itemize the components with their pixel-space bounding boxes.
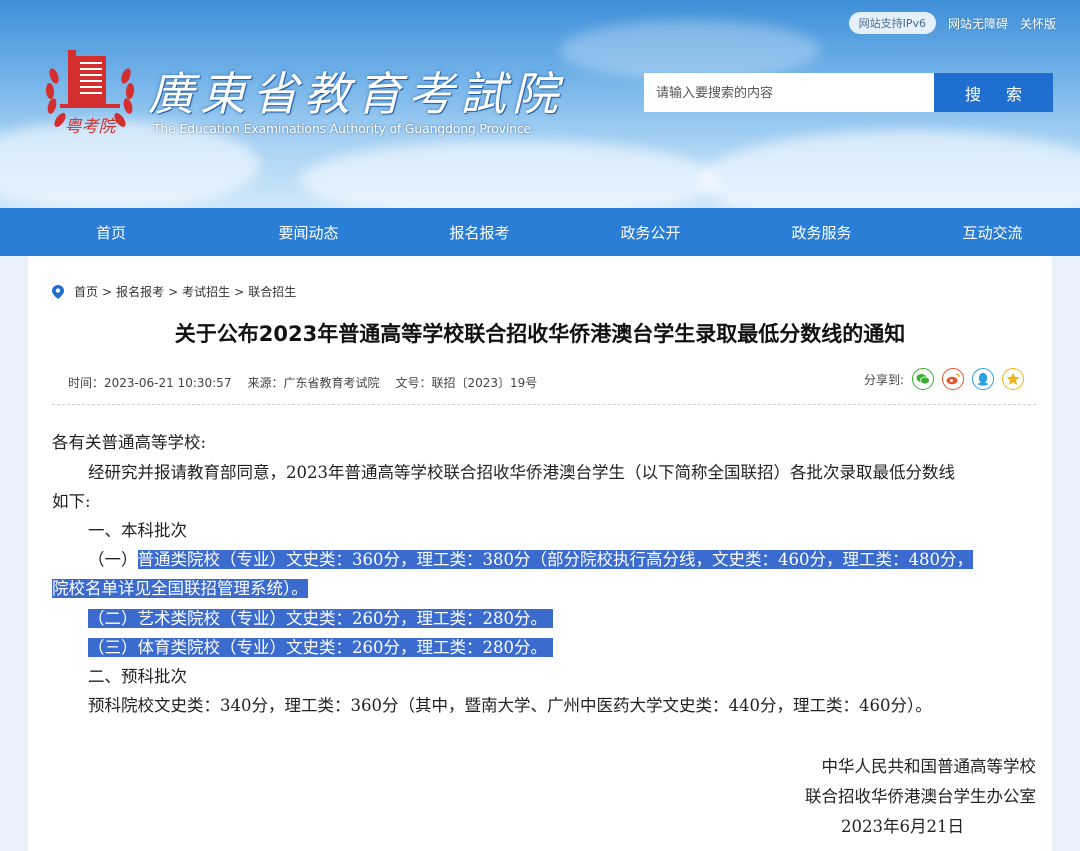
nav-item-registration[interactable]: 报名报考 [394, 208, 565, 256]
article-source: 来源：广东省教育考试院 [247, 376, 380, 390]
section-1-item-1: （一）普通类院校（专业）文史类：360分，理工类：380分（部分院校执行高分线，… [88, 547, 973, 573]
site-title[interactable]: 廣東省教育考試院 [148, 58, 564, 124]
cloud-decoration [560, 20, 820, 80]
breadcrumb-separator: > [168, 284, 179, 299]
breadcrumb-item-exam-enrollment[interactable]: 考试招生 [182, 283, 230, 300]
cloud-decoration [300, 140, 720, 208]
section-1-item-3: （三）体育类院校（专业）文史类：260分，理工类：280分。 [88, 635, 553, 661]
article-meta: 时间：2023-06-21 10:30:57 来源：广东省教育考试院 文号：联招… [68, 374, 537, 391]
share-label: 分享到: [864, 372, 905, 387]
qzone-icon[interactable] [1002, 368, 1025, 390]
qq-icon[interactable] [972, 368, 995, 390]
nav-item-home[interactable]: 首页 [26, 208, 223, 256]
nav-item-interaction[interactable]: 互动交流 [907, 208, 1078, 256]
search-button[interactable]: 搜 索 [934, 73, 1053, 112]
section-2-title: 二、预科批次 [88, 667, 187, 686]
wechat-icon[interactable] [912, 368, 935, 390]
publish-time: 时间：2023-06-21 10:30:57 [68, 376, 232, 390]
top-links: 网站支持IPv6 网站无障碍 关怀版 [848, 12, 1056, 34]
site-subtitle: The Education Examinations Authority of … [153, 121, 532, 136]
intro-paragraph: 经研究并报请教育部同意，2023年普通高等学校联合招收华侨港澳台学生（以下简称全… [88, 463, 955, 482]
signature-date: 2023年6月21日 [841, 817, 964, 836]
search-box [644, 73, 934, 112]
breadcrumb-item-joint-enrollment[interactable]: 联合招生 [248, 283, 296, 300]
breadcrumb-separator: > [102, 284, 113, 299]
site-header: 网站支持IPv6 网站无障碍 关怀版 粤考院 廣東省教育考試院 The Educ… [0, 0, 1080, 208]
section-1-title: 一、本科批次 [88, 521, 187, 540]
selected-text: 普通类院校（专业）文史类：360分，理工类：380分（部分院校执行高分线，文史类… [137, 550, 973, 569]
section-1-item-1-prefix: （一） [88, 550, 138, 569]
selected-text: （二）艺术类院校（专业）文史类：260分，理工类：280分。 [88, 609, 553, 628]
selected-text: 院校名单详见全国联招管理系统）。 [52, 579, 308, 598]
cloud-decoration [700, 130, 1080, 208]
breadcrumb-item-registration[interactable]: 报名报考 [116, 283, 164, 300]
search-input[interactable] [656, 85, 922, 100]
accessibility-link[interactable]: 网站无障碍 [948, 15, 1008, 32]
section-1-item-1-cont: 院校名单详见全国联招管理系统）。 [52, 576, 308, 602]
care-version-link[interactable]: 关怀版 [1020, 15, 1056, 32]
breadcrumb-separator: > [234, 284, 245, 299]
nav-item-government-services[interactable]: 政务服务 [736, 208, 907, 256]
article-title: 关于公布2023年普通高等学校联合招收华侨港澳台学生录取最低分数线的通知 [174, 322, 906, 346]
share-bar: 分享到: [864, 368, 1025, 390]
nav-item-news[interactable]: 要闻动态 [223, 208, 394, 256]
logo-seal-text: 粤考院 [65, 117, 119, 137]
ipv6-badge: 网站支持IPv6 [848, 12, 936, 34]
intro-paragraph-cont: 如下: [52, 492, 91, 511]
section-1-item-2: （二）艺术类院校（专业）文史类：260分，理工类：280分。 [88, 606, 553, 632]
weibo-icon[interactable] [942, 368, 965, 390]
meta-divider [52, 404, 1036, 405]
signature-line-2: 联合招收华侨港澳台学生办公室 [805, 787, 1036, 806]
breadcrumb: 首页 > 报名报考 > 考试招生 > 联合招生 [52, 283, 296, 300]
main-nav: 首页 要闻动态 报名报考 政务公开 政务服务 互动交流 [0, 208, 1080, 256]
logo-emblem-icon[interactable]: 粤考院 [44, 46, 136, 142]
location-pin-icon [52, 284, 64, 299]
signature-line-1: 中华人民共和国普通高等学校 [821, 757, 1037, 776]
section-2-item: 预科院校文史类：340分，理工类：360分（其中，暨南大学、广州中医药大学文史类… [88, 696, 932, 715]
salutation: 各有关普通高等学校: [52, 433, 207, 452]
nav-item-government-affairs[interactable]: 政务公开 [565, 208, 736, 256]
breadcrumb-item-home[interactable]: 首页 [74, 283, 98, 300]
document-number: 文号：联招〔2023〕19号 [395, 376, 538, 390]
selected-text: （三）体育类院校（专业）文史类：260分，理工类：280分。 [88, 638, 553, 657]
